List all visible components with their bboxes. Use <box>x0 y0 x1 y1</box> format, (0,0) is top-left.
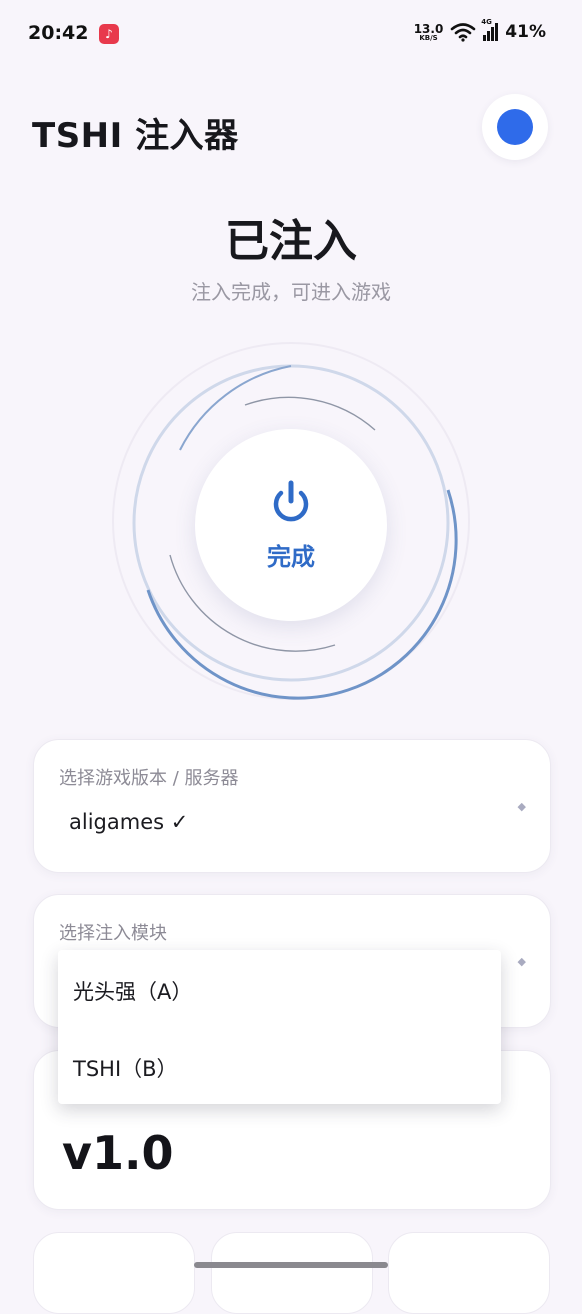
module-option[interactable]: 光头强（A） <box>73 976 192 1006</box>
battery-level: 41% <box>505 22 546 42</box>
network-speed-unit: KB/S <box>419 33 438 42</box>
dropdown-arrow-icon: ◆ <box>517 800 526 813</box>
bottom-card[interactable] <box>211 1232 373 1314</box>
avatar-button[interactable] <box>482 94 548 160</box>
status-bar: 20:42 ♪ 13.0 KB/S 4G 41% <box>0 0 582 70</box>
network-speed: 13.0 KB/S <box>414 23 444 42</box>
app-title: TSHI 注入器 <box>32 116 239 156</box>
module-option[interactable]: TSHI（B） <box>73 1053 178 1083</box>
music-app-icon: ♪ <box>99 24 119 44</box>
bottom-card[interactable] <box>33 1232 195 1314</box>
home-indicator[interactable] <box>194 1262 388 1268</box>
status-icons: 13.0 KB/S 4G 41% <box>414 18 546 42</box>
network-type: 4G <box>481 18 492 26</box>
module-select-label: 选择注入模块 <box>59 923 167 944</box>
inject-button[interactable]: 完成 <box>195 429 387 621</box>
module-dropdown-menu: 光头强（A） TSHI（B） <box>58 950 501 1104</box>
avatar <box>497 109 533 145</box>
server-select-value: aligames ✓ <box>69 810 189 834</box>
wifi-icon <box>450 23 476 42</box>
status-time: 20:42 <box>28 22 89 44</box>
server-select[interactable]: 选择游戏版本 / 服务器 aligames ✓ ◆ <box>33 739 551 873</box>
cellular-signal-icon: 4G <box>481 18 499 41</box>
version-value: v1.0 <box>62 1126 174 1180</box>
dropdown-arrow-icon: ◆ <box>517 955 526 968</box>
network-speed-value: 13.0 <box>413 21 444 36</box>
server-select-label: 选择游戏版本 / 服务器 <box>59 768 239 789</box>
bottom-card[interactable] <box>388 1232 550 1314</box>
inject-status-subtitle: 注入完成，可进入游戏 <box>191 280 391 304</box>
inject-status-title: 已注入 <box>225 216 357 267</box>
inject-button-label: 完成 <box>267 542 315 571</box>
power-icon <box>273 480 309 521</box>
